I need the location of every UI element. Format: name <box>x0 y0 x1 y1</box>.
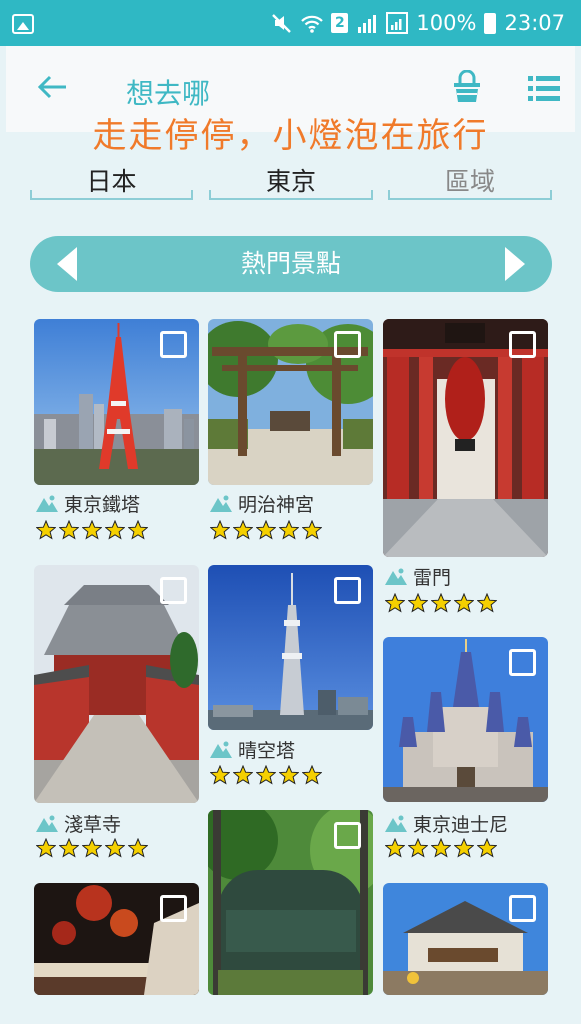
rating-stars <box>36 520 148 542</box>
select-checkbox[interactable] <box>509 649 536 676</box>
star-icon <box>210 765 230 785</box>
place-name-row: 雷門 <box>385 563 451 589</box>
place-name-row: 淺草寺 <box>36 810 121 836</box>
star-icon <box>210 520 230 540</box>
place-name: 明治神宮 <box>238 493 315 516</box>
star-icon <box>105 520 125 540</box>
star-icon <box>128 520 148 540</box>
page-title: 想去哪 <box>126 77 211 110</box>
mountain-icon <box>36 815 58 832</box>
place-name: 淺草寺 <box>64 813 122 836</box>
battery-icon <box>484 12 497 34</box>
area-selector[interactable]: 區域 <box>388 162 552 200</box>
star-icon <box>233 520 253 540</box>
star-icon <box>233 765 253 785</box>
star-icon <box>36 838 56 858</box>
star-icon <box>36 520 56 540</box>
wifi-icon <box>301 15 324 33</box>
select-checkbox[interactable] <box>160 577 187 604</box>
select-checkbox[interactable] <box>160 331 187 358</box>
place-name-row: 東京鐵塔 <box>36 490 140 516</box>
country-selector[interactable]: 日本 <box>30 162 193 200</box>
place-card-ghibli-museum[interactable] <box>208 810 373 995</box>
place-card-skytree[interactable] <box>208 565 373 730</box>
star-icon <box>59 520 79 540</box>
slogan: 走走停停，小燈泡在旅行 <box>92 116 489 156</box>
star-icon <box>408 593 428 613</box>
star-icon <box>477 593 497 613</box>
select-checkbox[interactable] <box>160 895 187 922</box>
star-icon <box>59 838 79 858</box>
basket-icon[interactable] <box>451 70 483 104</box>
list-menu-icon[interactable] <box>528 76 560 102</box>
star-icon <box>431 593 451 613</box>
signal-icon <box>358 15 377 33</box>
status-bar: 2 100% 23:07 <box>0 0 581 46</box>
back-arrow-icon[interactable] <box>36 70 70 104</box>
place-name-row: 晴空塔 <box>210 736 295 762</box>
place-card-night-street[interactable] <box>34 883 199 995</box>
select-checkbox[interactable] <box>509 331 536 358</box>
place-name: 東京迪士尼 <box>413 813 509 836</box>
place-card-sensoji[interactable] <box>34 565 199 803</box>
rating-stars <box>210 765 322 787</box>
star-icon <box>454 838 474 858</box>
prev-category-icon[interactable] <box>57 247 77 281</box>
status-icons: 2 100% 23:07 <box>271 9 565 37</box>
rating-stars <box>36 838 148 860</box>
gallery-icon <box>12 14 34 34</box>
star-icon <box>477 838 497 858</box>
sim-badge: 2 <box>331 13 349 33</box>
mute-icon <box>272 14 292 33</box>
mountain-icon <box>210 495 232 512</box>
city-selector[interactable]: 東京 <box>209 162 373 200</box>
next-category-icon[interactable] <box>505 247 525 281</box>
select-checkbox[interactable] <box>334 822 361 849</box>
star-icon <box>385 593 405 613</box>
battery-percent: 100% <box>416 11 477 35</box>
category-label: 熱門景點 <box>240 249 341 278</box>
star-icon <box>279 520 299 540</box>
place-name-row: 明治神宮 <box>210 490 314 516</box>
star-icon <box>128 838 148 858</box>
star-icon <box>279 765 299 785</box>
place-card-building[interactable] <box>383 883 548 995</box>
signal-icon-2 <box>386 12 409 34</box>
mountain-icon <box>385 568 407 585</box>
star-icon <box>302 765 322 785</box>
rating-stars <box>210 520 322 542</box>
star-icon <box>256 520 276 540</box>
place-card-meiji-jingu[interactable] <box>208 319 373 485</box>
place-name: 晴空塔 <box>238 739 296 762</box>
star-icon <box>82 520 102 540</box>
rating-stars <box>385 593 497 615</box>
place-card-tokyo-tower[interactable] <box>34 319 199 485</box>
clock: 23:07 <box>504 11 565 35</box>
star-icon <box>431 838 451 858</box>
mountain-icon <box>385 815 407 832</box>
star-icon <box>385 838 405 858</box>
select-checkbox[interactable] <box>334 577 361 604</box>
rating-stars <box>385 838 497 860</box>
star-icon <box>408 838 428 858</box>
star-icon <box>302 520 322 540</box>
category-bar: 熱門景點 <box>30 236 552 292</box>
mountain-icon <box>36 495 58 512</box>
mountain-icon <box>210 741 232 758</box>
place-name: 東京鐵塔 <box>64 493 141 516</box>
star-icon <box>454 593 474 613</box>
place-name: 雷門 <box>413 566 452 589</box>
star-icon <box>105 838 125 858</box>
place-name-row: 東京迪士尼 <box>385 810 508 836</box>
star-icon <box>256 765 276 785</box>
select-checkbox[interactable] <box>334 331 361 358</box>
place-card-tokyo-disney[interactable] <box>383 637 548 802</box>
place-card-kaminarimon[interactable] <box>383 319 548 557</box>
star-icon <box>82 838 102 858</box>
select-checkbox[interactable] <box>509 895 536 922</box>
